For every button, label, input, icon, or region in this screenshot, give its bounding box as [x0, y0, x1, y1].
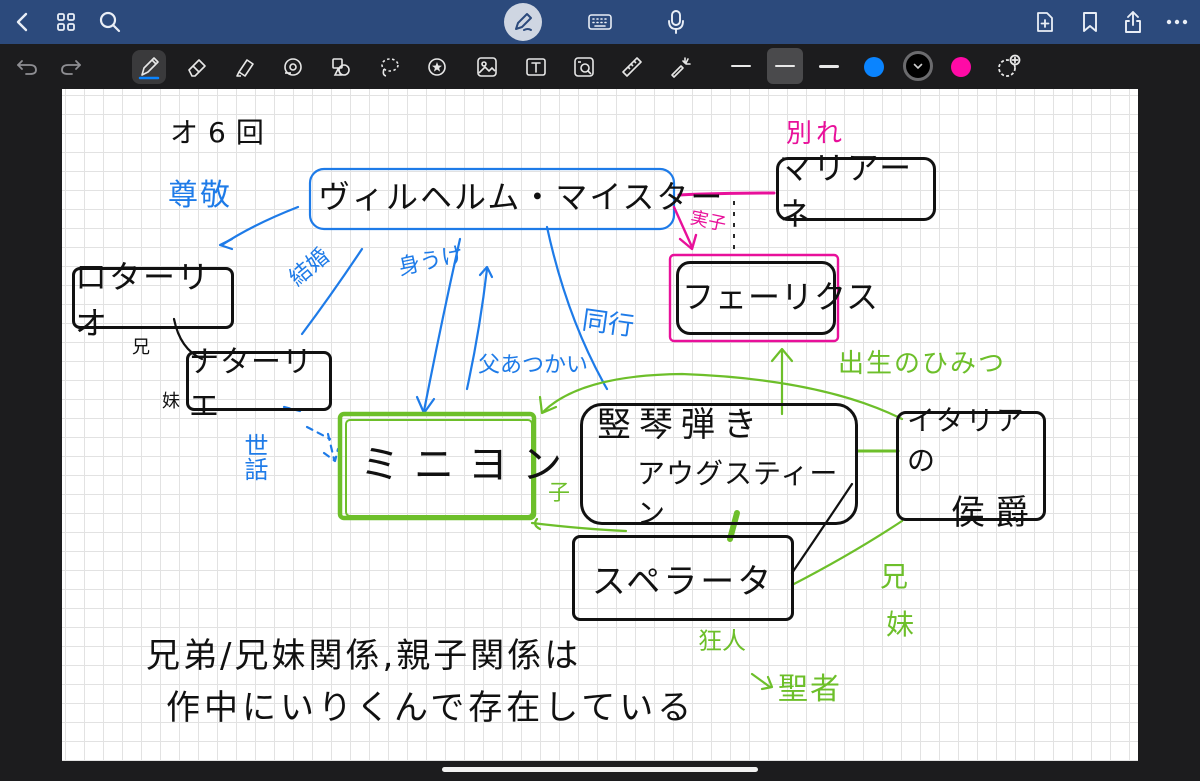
redo-icon[interactable]	[54, 50, 88, 84]
label-shussei: 出生のひみつ	[838, 349, 1007, 379]
color-blue-swatch[interactable]	[864, 57, 884, 77]
thumbnails-grid-icon[interactable]	[54, 10, 78, 34]
node-harper-label: 竪琴弾き	[597, 404, 765, 445]
node-marchese-label: イタリアの	[907, 403, 1026, 477]
text-tool-icon[interactable]	[519, 50, 553, 84]
sonkei-arrow	[220, 205, 300, 247]
note-footer-line-1: 兄弟/兄妹関係,親子関係は	[146, 636, 582, 676]
node-harper: 竪琴弾き アウグスティーン	[580, 403, 858, 530]
elements-tool-icon[interactable]	[324, 50, 358, 84]
label-sewa: 世話	[240, 433, 268, 481]
eraser-tool-icon[interactable]	[180, 50, 214, 84]
node-wilhelm-label: ヴィルヘルム・マイスター	[318, 178, 725, 216]
label-oyaatsukai: 父あつかい	[478, 353, 589, 378]
stroke-thin-option[interactable]	[723, 48, 759, 84]
color-magenta-swatch[interactable]	[951, 57, 971, 77]
back-chevron-icon[interactable]	[10, 10, 34, 34]
node-natalie-label: ナターリエ	[189, 345, 313, 424]
stroke-medium-option[interactable]	[767, 48, 803, 84]
label-ani: 兄	[132, 337, 150, 358]
camera-scan-icon[interactable]	[567, 50, 601, 84]
label-sonkei: 尊敬	[168, 178, 232, 213]
label-ko: 子	[548, 481, 571, 506]
node-mariane: マリアーネ	[776, 149, 936, 233]
node-marchese-label-2: 侯爵	[951, 492, 1039, 533]
microphone-icon[interactable]	[664, 9, 688, 35]
lasso-tool-icon[interactable]	[372, 50, 406, 84]
share-icon[interactable]	[1121, 8, 1145, 36]
stroke-thick-option[interactable]	[811, 48, 847, 84]
search-icon[interactable]	[98, 10, 122, 34]
bookmark-icon[interactable]	[1078, 9, 1102, 35]
node-natalie: ナターリエ	[186, 345, 332, 424]
keyboard-icon[interactable]	[586, 10, 614, 34]
label-imouto-2: 妹	[886, 608, 915, 641]
pen-mode-icon[interactable]	[504, 3, 542, 41]
node-augustin-label: アウグスティーン	[637, 456, 839, 530]
node-mignon-label: ミニヨン	[360, 442, 576, 488]
add-page-icon[interactable]	[1033, 9, 1057, 35]
note-title: オ6回	[170, 116, 274, 149]
node-sperata-label: スペラータ	[591, 561, 775, 602]
node-sperata: スペラータ	[572, 535, 794, 621]
ruler-tool-icon[interactable]	[615, 50, 649, 84]
label-wakare: 別れ	[786, 119, 847, 149]
node-felix	[676, 261, 836, 335]
note-footer-line-2: 作中にいりくんで存在している	[166, 688, 696, 728]
label-imouto: 妹	[162, 391, 180, 412]
note-page[interactable]: オ6回 ヴィルヘルム・マイスター マリアーネ フェーリクス ロターリオ ナターリ…	[62, 89, 1138, 761]
kyoujin-arrow	[750, 672, 772, 689]
image-tool-icon[interactable]	[470, 50, 504, 84]
node-lothario-label: ロターリオ	[75, 258, 212, 342]
node-lothario: ロターリオ	[72, 258, 234, 342]
shapes-tool-icon[interactable]	[276, 50, 310, 84]
highlighter-tool-icon[interactable]	[228, 50, 262, 84]
undo-icon[interactable]	[10, 50, 44, 84]
label-doukou: 同行	[580, 305, 636, 343]
node-marchese: イタリアの 侯爵	[896, 404, 1046, 533]
chevron-down-icon	[913, 63, 923, 69]
pen-tool-icon[interactable]	[132, 50, 166, 84]
laser-pointer-icon[interactable]	[663, 50, 697, 84]
node-mariane-label: マリアーネ	[779, 149, 914, 233]
label-ani-2: 兄	[880, 560, 909, 593]
home-indicator[interactable]	[442, 767, 758, 772]
color-black-swatch[interactable]	[903, 51, 933, 81]
label-seija: 聖者	[778, 672, 842, 707]
more-icon[interactable]	[1164, 10, 1190, 34]
sticker-tool-icon[interactable]	[420, 50, 454, 84]
label-kyoujin: 狂人	[698, 627, 746, 655]
add-color-icon[interactable]	[991, 50, 1025, 84]
